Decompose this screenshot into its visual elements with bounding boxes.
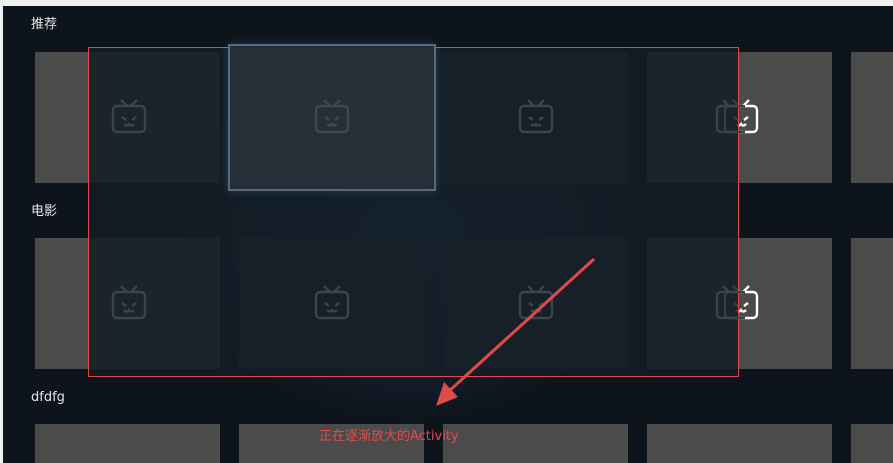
annotation-arrow [436,257,596,406]
annotation-label: 正在逐渐放大的Activity [319,429,459,444]
app-screen: 推荐 电影 dfdfg 正在逐渐放大的Activity [0,0,893,463]
